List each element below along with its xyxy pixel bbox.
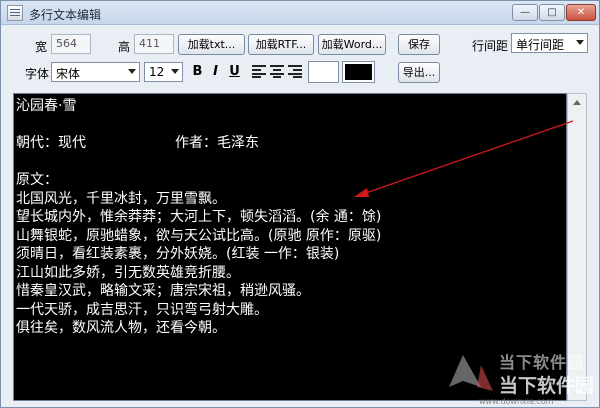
watermark-url: www.downxia.com <box>479 397 554 406</box>
watermark-text: 当下软件园 <box>499 353 585 372</box>
app-window: 多行文本编辑 — □ ✕ 宽 564 高 411 加载txt... 加载RTF.… <box>0 0 600 408</box>
watermark-text-large: 当下软件园 <box>499 375 595 397</box>
